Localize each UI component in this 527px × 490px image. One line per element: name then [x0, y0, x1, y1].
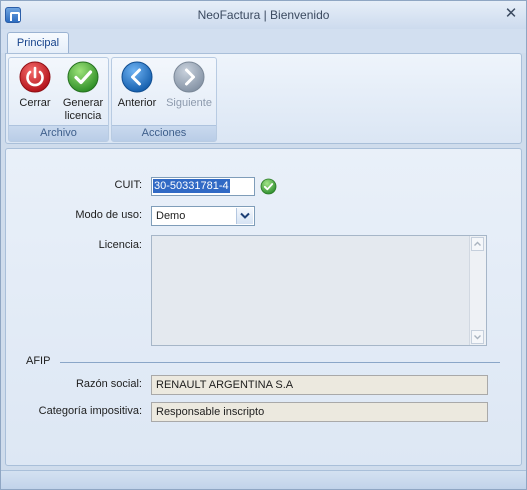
- ribbon-group-archivo: Cerrar Generar licencia Archivo: [8, 57, 109, 142]
- window-title: NeoFactura | Bienvenido: [197, 8, 330, 22]
- main-window: NeoFactura | Bienvenido ✕ Principal Cerr…: [0, 0, 527, 490]
- status-bar: [1, 470, 526, 489]
- cuit-label: CUIT:: [114, 179, 143, 191]
- group-label-acciones: Acciones: [112, 125, 216, 141]
- ribbon-tab-strip: Principal: [1, 29, 526, 53]
- licencia-scrollbar[interactable]: [469, 236, 486, 345]
- generar-licencia-button[interactable]: Generar licencia: [59, 61, 107, 123]
- siguiente-label: Siguiente: [166, 97, 212, 109]
- ribbon: Cerrar Generar licencia Archivo Anterior…: [5, 53, 522, 144]
- close-window-button[interactable]: ✕: [502, 5, 520, 23]
- modo-uso-value: Demo: [156, 210, 186, 222]
- afip-section-title: AFIP: [26, 355, 51, 367]
- anterior-label: Anterior: [117, 97, 157, 109]
- scroll-up-button[interactable]: [471, 237, 484, 251]
- dropdown-button[interactable]: [236, 208, 253, 224]
- razon-social-label: Razón social:: [75, 378, 142, 390]
- title-bar: NeoFactura | Bienvenido ✕: [1, 1, 526, 29]
- chevron-down-icon: [240, 212, 250, 219]
- generar-licencia-label: Generar licencia: [62, 97, 104, 122]
- licencia-label: Licencia:: [98, 239, 142, 251]
- cuit-input[interactable]: 30-50331781-4: [151, 177, 255, 196]
- group-label-archivo: Archivo: [9, 125, 108, 141]
- arrow-right-icon: [173, 61, 205, 93]
- chevron-up-icon: [474, 241, 481, 246]
- form-panel: CUIT: 30-50331781-4 Modo de uso: Demo Li…: [5, 148, 522, 466]
- siguiente-button[interactable]: Siguiente: [164, 61, 214, 110]
- cerrar-button[interactable]: Cerrar: [13, 61, 57, 110]
- afip-divider: [60, 362, 500, 363]
- tab-principal[interactable]: Principal: [7, 32, 69, 53]
- ribbon-group-acciones: Anterior Siguiente Acciones: [111, 57, 217, 142]
- scroll-down-button[interactable]: [471, 330, 484, 344]
- chevron-down-icon: [474, 335, 481, 340]
- anterior-button[interactable]: Anterior: [114, 61, 160, 110]
- categoria-impositiva-label: Categoría impositiva:: [38, 405, 142, 417]
- power-icon: [19, 61, 51, 93]
- arrow-left-icon: [121, 61, 153, 93]
- cerrar-label: Cerrar: [19, 97, 51, 109]
- licencia-textarea[interactable]: [151, 235, 487, 346]
- categoria-impositiva-field: Responsable inscripto: [151, 402, 488, 422]
- check-icon: [67, 61, 99, 93]
- modo-uso-select[interactable]: Demo: [151, 206, 255, 226]
- razon-social-field: RENAULT ARGENTINA S.A: [151, 375, 488, 395]
- modo-uso-label: Modo de uso:: [75, 209, 142, 221]
- cuit-value: 30-50331781-4: [153, 179, 230, 193]
- cuit-valid-check-icon: [260, 178, 277, 195]
